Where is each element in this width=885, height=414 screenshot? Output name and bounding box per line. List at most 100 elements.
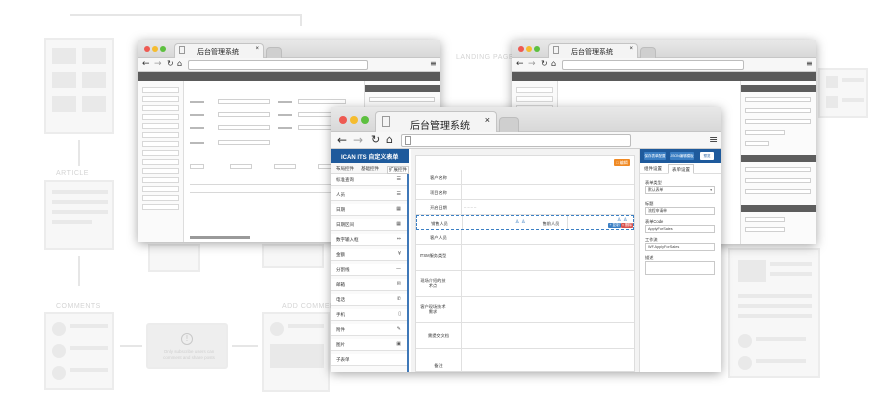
close-dot[interactable] bbox=[144, 46, 150, 52]
wire-label-article: ARTICLE bbox=[56, 170, 89, 177]
description-textarea[interactable] bbox=[645, 261, 715, 275]
forward-arrow-icon[interactable]: → bbox=[353, 134, 363, 146]
attachment-icon: ✎ bbox=[396, 326, 401, 332]
row-extra-label: 售前人员 bbox=[542, 221, 560, 226]
url-bar[interactable] bbox=[562, 60, 744, 70]
control-item-divider[interactable]: 分割线 — bbox=[331, 264, 407, 276]
control-item-image[interactable]: 图片 ▣ bbox=[331, 339, 407, 351]
form-row[interactable]: 开启日期 – – – – bbox=[416, 200, 634, 215]
control-item-standard-query[interactable]: 标准查询 ☰ bbox=[331, 174, 407, 186]
tab-component-settings[interactable]: 组件设置 bbox=[644, 166, 662, 172]
form-canvas[interactable]: □ 编辑 客户名称 项目名称 开启日期 – – – – 销售人员 ♙ ♙ 售前人… bbox=[415, 155, 635, 372]
control-item-attachment[interactable]: 附件 ✎ bbox=[331, 324, 407, 336]
row-label: 现场介绍的技术点 bbox=[420, 278, 446, 288]
new-tab-button[interactable] bbox=[266, 47, 282, 58]
app-sidebar bbox=[138, 81, 184, 242]
edit-badge[interactable]: □ 编辑 bbox=[614, 159, 630, 166]
left-panel-tabs: 布局控件 基础控件 扩展控件 bbox=[331, 163, 409, 174]
copy-row-button[interactable]: + 复制 bbox=[608, 223, 621, 228]
browser-tab[interactable]: 后台管理系统 × bbox=[174, 43, 264, 58]
url-bar[interactable] bbox=[188, 60, 368, 70]
wire-connector bbox=[300, 14, 302, 26]
tab-close-icon[interactable]: × bbox=[255, 46, 259, 52]
control-item-email[interactable]: 邮箱 ✉ bbox=[331, 279, 407, 291]
form-row[interactable]: 需提交文档 bbox=[416, 323, 634, 349]
row-label: 开启日期 bbox=[430, 205, 447, 210]
form-row[interactable]: 项目名称 bbox=[416, 185, 634, 200]
back-arrow-icon[interactable]: ← bbox=[142, 60, 150, 69]
control-item-mobile[interactable]: 手机 ▯ bbox=[331, 309, 407, 321]
form-row-selected[interactable]: 销售人员 ♙ ♙ 售前人员 ♙ ♙ + 复制 × 删除 bbox=[416, 215, 634, 230]
form-row[interactable]: 客户人员 bbox=[416, 230, 634, 245]
tab-basic-controls[interactable]: 基础控件 bbox=[361, 166, 379, 172]
home-icon[interactable]: ⌂ bbox=[551, 60, 556, 68]
save-config-button[interactable]: 保存表单配置 bbox=[644, 152, 666, 160]
mobile-icon: ▯ bbox=[398, 311, 401, 317]
form-row[interactable]: 现场介绍的技术点 bbox=[416, 271, 634, 297]
minimize-dot[interactable] bbox=[526, 46, 532, 52]
minimize-dot[interactable] bbox=[350, 116, 358, 124]
form-type-select[interactable]: 默认表单 ▾ bbox=[645, 186, 715, 194]
page-icon bbox=[405, 136, 411, 145]
control-item-money[interactable]: 金额 ¥ bbox=[331, 249, 407, 261]
browser-tab[interactable]: 后台管理系统 × bbox=[548, 43, 638, 58]
control-label: 邮箱 bbox=[336, 282, 345, 287]
chevron-down-icon: ▾ bbox=[710, 188, 712, 192]
new-tab-button[interactable] bbox=[499, 117, 519, 132]
reload-icon[interactable]: ↻ bbox=[167, 60, 174, 68]
control-item-number[interactable]: 数字输入框 ⇔ bbox=[331, 234, 407, 246]
close-dot[interactable] bbox=[339, 116, 347, 124]
maximize-dot[interactable] bbox=[361, 116, 369, 124]
home-icon[interactable]: ⌂ bbox=[177, 60, 182, 68]
delete-row-button[interactable]: × 删除 bbox=[621, 223, 633, 228]
menu-icon[interactable]: ≡ bbox=[709, 134, 718, 145]
back-arrow-icon[interactable]: ← bbox=[516, 60, 524, 69]
workflow-input[interactable]: WF.ApplyForSales bbox=[645, 243, 715, 251]
browser-navbar: ← → ↻ ⌂ ≡ bbox=[331, 132, 721, 149]
browser-tab[interactable]: 后台管理系统 × bbox=[375, 111, 497, 132]
forward-arrow-icon[interactable]: → bbox=[528, 60, 536, 69]
form-row[interactable]: 备注 bbox=[416, 349, 634, 372]
control-item-person[interactable]: 人员 ☰ bbox=[331, 189, 407, 201]
tab-layout-controls[interactable]: 布局控件 bbox=[336, 166, 354, 172]
maximize-dot[interactable] bbox=[160, 46, 166, 52]
maximize-dot[interactable] bbox=[534, 46, 540, 52]
close-dot[interactable] bbox=[518, 46, 524, 52]
control-list: 标准查询 ☰ 人员 ☰ 日期 ▦ 日期区间 ▦ 数字输入框 ⇔ 金额 ¥ 分割线 — 邮箱 ✉ … bbox=[331, 174, 409, 372]
reload-icon[interactable]: ↻ bbox=[371, 134, 380, 145]
forward-arrow-icon[interactable]: → bbox=[154, 60, 162, 69]
new-tab-button[interactable] bbox=[640, 47, 656, 58]
people-icon[interactable]: ♙ ♙ bbox=[515, 219, 526, 225]
url-bar[interactable] bbox=[401, 134, 631, 147]
preview-button[interactable]: 预览 bbox=[700, 152, 714, 160]
browser-navbar: ← → ↻ ⌂ ≡ bbox=[512, 58, 816, 72]
reload-icon[interactable]: ↻ bbox=[541, 60, 548, 68]
tab-form-settings[interactable]: 表单设置 bbox=[668, 164, 694, 174]
calendar-icon: ▦ bbox=[396, 206, 401, 212]
tab-close-icon[interactable]: × bbox=[485, 115, 490, 125]
row-label: 客户名称 bbox=[430, 175, 447, 180]
money-icon: ¥ bbox=[397, 251, 401, 257]
control-item-subform[interactable]: 子表单 bbox=[331, 354, 407, 366]
form-row[interactable]: 客户现场技术需求 bbox=[416, 297, 634, 323]
control-item-date[interactable]: 日期 ▦ bbox=[331, 204, 407, 216]
title-input[interactable]: 流程申请单 bbox=[645, 207, 715, 215]
wire-page-home bbox=[44, 38, 114, 134]
json-edit-button[interactable]: JSON编辑模板 bbox=[670, 152, 694, 160]
tab-close-icon[interactable]: × bbox=[629, 46, 633, 52]
page-icon bbox=[553, 46, 559, 54]
tab-extended-controls[interactable]: 扩展控件 bbox=[387, 166, 409, 174]
back-arrow-icon[interactable]: ← bbox=[337, 134, 347, 146]
minimize-dot[interactable] bbox=[152, 46, 158, 52]
form-code-input[interactable]: ApplyForSales bbox=[645, 225, 715, 233]
home-icon[interactable]: ⌂ bbox=[386, 134, 393, 145]
control-item-phone[interactable]: 电话 ✆ bbox=[331, 294, 407, 306]
wire-page-article bbox=[44, 180, 114, 250]
form-row[interactable]: 客户名称 bbox=[416, 170, 634, 185]
menu-icon[interactable]: ≡ bbox=[430, 60, 437, 68]
control-label: 金额 bbox=[336, 252, 345, 257]
control-label: 数字输入框 bbox=[336, 237, 359, 242]
form-row[interactable]: ITSM服务类型 bbox=[416, 245, 634, 271]
menu-icon[interactable]: ≡ bbox=[806, 60, 813, 68]
control-item-date-range[interactable]: 日期区间 ▦ bbox=[331, 219, 407, 231]
